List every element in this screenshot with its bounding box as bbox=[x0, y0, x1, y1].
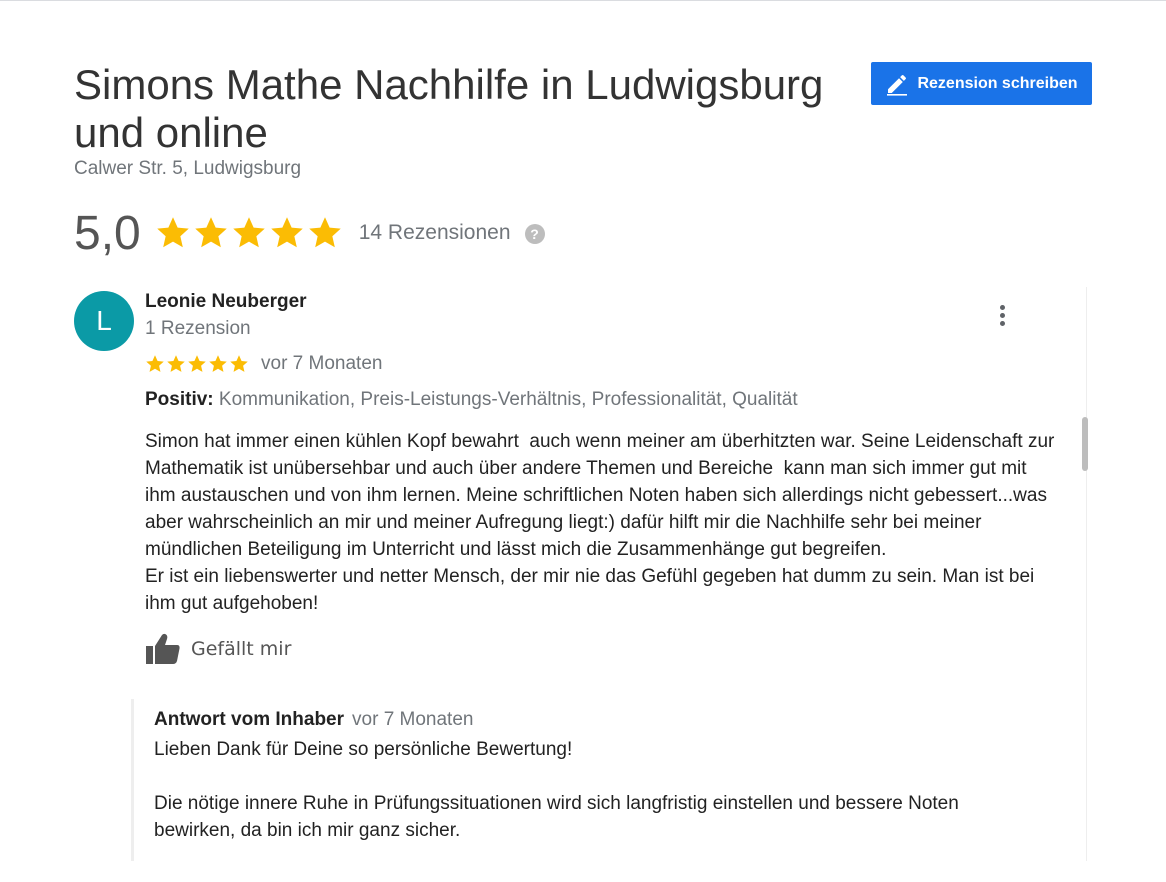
review-date: vor 7 Monaten bbox=[261, 353, 383, 374]
reviewer-name[interactable]: Leonie Neuberger bbox=[145, 291, 307, 313]
rating-summary: 5,0 14 Rezensionen ? bbox=[74, 203, 545, 263]
like-label: Gefällt mir bbox=[191, 638, 292, 660]
star-icon bbox=[308, 217, 341, 248]
avatar[interactable]: L bbox=[74, 291, 134, 351]
business-address: Calwer Str. 5, Ludwigsburg bbox=[74, 158, 302, 179]
owner-reply-label: Antwort vom Inhaber bbox=[154, 709, 345, 730]
reviews-panel: Simons Mathe Nachhilfe in Ludwigsburg un… bbox=[0, 0, 1166, 882]
like-button[interactable]: Gefällt mir bbox=[145, 633, 291, 665]
star-icon bbox=[188, 355, 206, 372]
rating-score: 5,0 bbox=[74, 206, 141, 260]
positive-label: Positiv: bbox=[145, 389, 214, 410]
owner-reply-header: Antwort vom Inhaber vor 7 Monaten bbox=[154, 709, 473, 731]
write-review-button[interactable]: Rezension schreiben bbox=[871, 62, 1092, 105]
more-vertical-icon[interactable] bbox=[988, 301, 1016, 329]
review-stars bbox=[145, 354, 249, 374]
star-icon bbox=[146, 355, 164, 372]
thumbs-up-icon bbox=[146, 633, 180, 664]
review-list[interactable]: L Leonie Neuberger 1 Rezension vor 7 Mon… bbox=[74, 287, 1087, 861]
reviewer-review-count: 1 Rezension bbox=[145, 318, 251, 339]
star-icon bbox=[167, 355, 185, 372]
review-count[interactable]: 14 Rezensionen bbox=[359, 221, 511, 245]
star-icon bbox=[209, 355, 227, 372]
positive-attributes: Positiv: Kommunikation, Preis-Leistungs-… bbox=[145, 389, 798, 411]
star-icon bbox=[270, 217, 303, 248]
business-title: Simons Mathe Nachhilfe in Ludwigsburg un… bbox=[74, 61, 824, 156]
owner-reply: Antwort vom Inhaber vor 7 Monaten Lieben… bbox=[131, 699, 1011, 861]
star-icon bbox=[156, 217, 189, 248]
review-text: Simon hat immer einen kühlen Kopf bewahr… bbox=[145, 431, 1055, 614]
review-rating: vor 7 Monaten bbox=[145, 353, 382, 375]
star-icon bbox=[194, 217, 227, 248]
pencil-icon bbox=[887, 74, 908, 96]
star-icon bbox=[232, 217, 265, 248]
rating-stars bbox=[155, 215, 343, 251]
star-icon bbox=[230, 355, 248, 372]
scrollbar-thumb[interactable] bbox=[1082, 417, 1088, 471]
write-review-label: Rezension schreiben bbox=[917, 74, 1078, 92]
question-mark-icon[interactable]: ? bbox=[524, 224, 545, 244]
owner-reply-text: Lieben Dank für Deine so persönliche Bew… bbox=[154, 739, 959, 841]
positive-items: Kommunikation, Preis-Leistungs-Verhältni… bbox=[213, 389, 798, 410]
owner-reply-date: vor 7 Monaten bbox=[352, 709, 474, 730]
